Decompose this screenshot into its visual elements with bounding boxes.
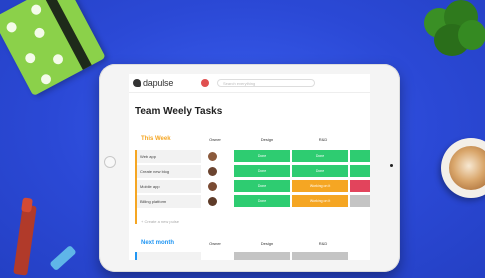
table-row[interactable]: [137, 252, 370, 260]
create-pulse-input[interactable]: + Create a new pulse: [141, 219, 179, 224]
status-cell-design[interactable]: Done: [234, 195, 290, 207]
column-header-owner[interactable]: Owner: [205, 137, 225, 142]
red-marker: [13, 204, 37, 276]
status-cell-design[interactable]: [234, 252, 290, 260]
status-cell-rd[interactable]: Done: [292, 150, 348, 162]
logo-icon: [133, 79, 141, 87]
pulse-name[interactable]: Web app: [137, 150, 201, 163]
column-header-owner[interactable]: Owner: [205, 241, 225, 246]
tablet-screen: dapulse Search everything Team Weely Tas…: [129, 74, 370, 260]
coffee-cup: [441, 138, 485, 198]
status-cell-extra[interactable]: [350, 150, 370, 162]
board-title[interactable]: Team Weely Tasks: [135, 106, 222, 117]
pulse-name[interactable]: Billing platform: [137, 195, 201, 208]
owner-avatar[interactable]: [208, 167, 217, 176]
owner-avatar[interactable]: [208, 182, 217, 191]
blue-pen: [49, 244, 77, 272]
column-header-rd[interactable]: R&D: [313, 137, 333, 142]
pulse-name[interactable]: Mobile app: [137, 180, 201, 193]
home-button[interactable]: [104, 156, 116, 168]
group-title-next-month[interactable]: Next month: [141, 240, 174, 246]
green-notebook: [0, 0, 106, 97]
column-header-rd[interactable]: R&D: [313, 241, 333, 246]
table-row[interactable]: Billing platform Done Working on it: [137, 195, 370, 208]
plant: [418, 0, 485, 62]
column-header-design[interactable]: Design: [257, 241, 277, 246]
status-cell-extra[interactable]: [350, 195, 370, 207]
status-cell-design[interactable]: Done: [234, 180, 290, 192]
group-title-this-week[interactable]: This Week: [141, 136, 171, 142]
red-marker-cap: [21, 197, 33, 213]
status-cell-rd[interactable]: Working on it: [292, 180, 348, 192]
status-cell-rd[interactable]: [292, 252, 348, 260]
pulse-name[interactable]: [137, 252, 201, 260]
pulse-name[interactable]: Create new blog: [137, 165, 201, 178]
owner-avatar[interactable]: [208, 197, 217, 206]
user-avatar[interactable]: [201, 79, 209, 87]
column-header-design[interactable]: Design: [257, 137, 277, 142]
search-input[interactable]: Search everything: [217, 79, 315, 87]
desk-scene: dapulse Search everything Team Weely Tas…: [0, 0, 485, 278]
tablet: dapulse Search everything Team Weely Tas…: [99, 64, 400, 272]
status-cell-extra[interactable]: [350, 165, 370, 177]
app-logo[interactable]: dapulse: [143, 78, 173, 88]
status-cell-rd[interactable]: Working on it: [292, 195, 348, 207]
table-row[interactable]: Web app Done Done: [137, 150, 370, 163]
table-row[interactable]: Mobile app Done Working on it: [137, 180, 370, 193]
camera-icon: [390, 164, 393, 167]
status-cell-rd[interactable]: Done: [292, 165, 348, 177]
status-cell-design[interactable]: Done: [234, 150, 290, 162]
app-header: dapulse Search everything: [129, 74, 370, 93]
table-row[interactable]: Create new blog Done Done: [137, 165, 370, 178]
status-cell-extra[interactable]: [350, 180, 370, 192]
status-cell-design[interactable]: Done: [234, 165, 290, 177]
owner-avatar[interactable]: [208, 152, 217, 161]
